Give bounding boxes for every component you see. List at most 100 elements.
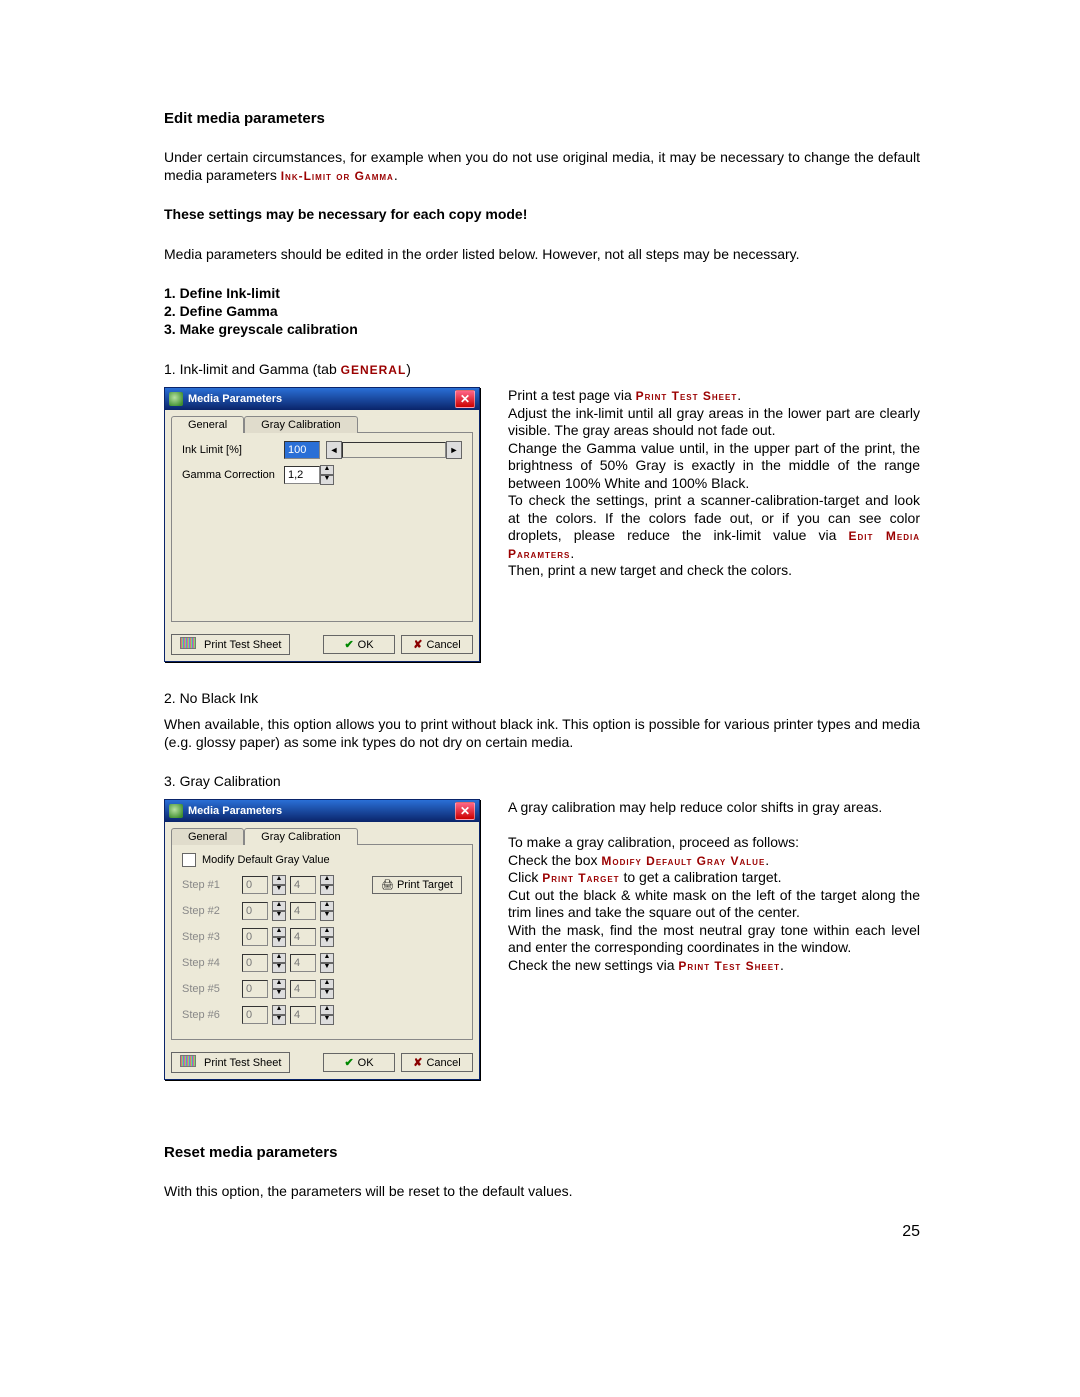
chevron-down-icon[interactable]: ▼ bbox=[272, 911, 286, 921]
print-icon bbox=[180, 1055, 200, 1070]
step-input-a[interactable]: 0 bbox=[242, 876, 268, 894]
chevron-up-icon[interactable]: ▲ bbox=[272, 953, 286, 963]
step-input-b[interactable]: 4 bbox=[290, 954, 316, 972]
close-icon[interactable]: ✕ bbox=[455, 390, 475, 408]
chevron-up-icon[interactable]: ▲ bbox=[272, 901, 286, 911]
step-input-a[interactable]: 0 bbox=[242, 980, 268, 998]
ink-limit-input[interactable]: 100 bbox=[284, 441, 320, 459]
cancel-button[interactable]: ✘Cancel bbox=[401, 635, 473, 654]
general-label: GENERAL bbox=[341, 363, 407, 377]
chevron-down-icon[interactable]: ▼ bbox=[320, 911, 334, 921]
slider-left-icon[interactable]: ◄ bbox=[326, 441, 342, 459]
step-label: Step #6 bbox=[182, 1009, 238, 1021]
chevron-up-icon[interactable]: ▲ bbox=[272, 1005, 286, 1015]
spinner[interactable]: ▲▼ bbox=[320, 927, 334, 947]
chevron-up-icon[interactable]: ▲ bbox=[320, 927, 334, 937]
chevron-down-icon[interactable]: ▼ bbox=[320, 963, 334, 973]
close-icon[interactable]: ✕ bbox=[455, 802, 475, 820]
gray-step-row: Step #50▲▼4▲▼ bbox=[182, 979, 462, 999]
window-titlebar[interactable]: Media Parameters ✕ bbox=[165, 800, 479, 822]
cancel-button[interactable]: ✘Cancel bbox=[401, 1053, 473, 1072]
ink-limit-label: Ink Limit [%] bbox=[182, 444, 284, 456]
step-label: Step #1 bbox=[182, 879, 238, 891]
spinner[interactable]: ▲▼ bbox=[272, 1005, 286, 1025]
checkbox-label: Modify Default Gray Value bbox=[202, 854, 330, 866]
modify-default-gray-checkbox[interactable]: Modify Default Gray Value bbox=[182, 853, 462, 867]
ok-button[interactable]: ✔OK bbox=[323, 635, 395, 654]
chevron-down-icon[interactable]: ▼ bbox=[272, 1015, 286, 1025]
step-input-b[interactable]: 4 bbox=[290, 876, 316, 894]
tab-gray-calibration[interactable]: Gray Calibration bbox=[244, 416, 357, 433]
chevron-down-icon[interactable]: ▼ bbox=[320, 475, 334, 485]
spinner[interactable]: ▲▼ bbox=[272, 953, 286, 973]
step-2: 2. Define Gamma bbox=[164, 303, 920, 319]
slider-right-icon[interactable]: ► bbox=[446, 441, 462, 459]
ok-button[interactable]: ✔OK bbox=[323, 1053, 395, 1072]
page-number: 25 bbox=[164, 1223, 920, 1241]
step-input-a[interactable]: 0 bbox=[242, 902, 268, 920]
print-target-button[interactable]: Print Target bbox=[372, 876, 462, 894]
reset-body: With this option, the parameters will be… bbox=[164, 1183, 920, 1201]
chevron-down-icon[interactable]: ▼ bbox=[320, 1015, 334, 1025]
chevron-up-icon[interactable]: ▲ bbox=[272, 875, 286, 885]
spinner[interactable]: ▲▼ bbox=[272, 927, 286, 947]
heading-edit: Edit media parameters bbox=[164, 110, 920, 127]
gamma-input[interactable]: 1,2 bbox=[284, 466, 320, 484]
spinner[interactable]: ▲▼ bbox=[320, 979, 334, 999]
chevron-up-icon[interactable]: ▲ bbox=[320, 875, 334, 885]
intro-paragraph: Under certain circumstances, for example… bbox=[164, 149, 920, 184]
intro-red: Ink-Limit or Gamma bbox=[281, 169, 394, 183]
checkbox-box-icon[interactable] bbox=[182, 853, 196, 867]
chevron-up-icon[interactable]: ▲ bbox=[320, 979, 334, 989]
tab-general[interactable]: General bbox=[171, 416, 244, 433]
print-test-sheet-button[interactable]: Print Test Sheet bbox=[171, 1052, 290, 1073]
numbered-steps: 1. Define Ink-limit 2. Define Gamma 3. M… bbox=[164, 285, 920, 337]
cancel-icon: ✘ bbox=[413, 638, 422, 651]
sub3-text: A gray calibration may help reduce color… bbox=[508, 799, 920, 974]
spinner[interactable]: ▲▼ bbox=[272, 979, 286, 999]
gamma-spinner[interactable]: ▲ ▼ bbox=[320, 465, 334, 485]
gray-step-row: Step #20▲▼4▲▼ bbox=[182, 901, 462, 921]
chevron-down-icon[interactable]: ▼ bbox=[272, 885, 286, 895]
chevron-down-icon[interactable]: ▼ bbox=[272, 937, 286, 947]
chevron-down-icon[interactable]: ▼ bbox=[272, 963, 286, 973]
window-title: Media Parameters bbox=[188, 393, 455, 405]
ink-limit-slider[interactable]: ◄ ► bbox=[326, 442, 462, 458]
tab-gray-calibration[interactable]: Gray Calibration bbox=[244, 828, 357, 845]
check-icon: ✔ bbox=[344, 638, 353, 651]
step-input-a[interactable]: 0 bbox=[242, 954, 268, 972]
step-input-b[interactable]: 4 bbox=[290, 980, 316, 998]
spinner[interactable]: ▲▼ bbox=[320, 901, 334, 921]
chevron-down-icon[interactable]: ▼ bbox=[320, 937, 334, 947]
sub1-label: 1. Ink-limit and Gamma (tab GENERAL) bbox=[164, 361, 920, 377]
print-icon bbox=[180, 637, 200, 652]
chevron-up-icon[interactable]: ▲ bbox=[272, 927, 286, 937]
spinner[interactable]: ▲▼ bbox=[272, 875, 286, 895]
spinner[interactable]: ▲▼ bbox=[320, 1005, 334, 1025]
spinner[interactable]: ▲▼ bbox=[320, 875, 334, 895]
step-input-b[interactable]: 4 bbox=[290, 1006, 316, 1024]
chevron-up-icon[interactable]: ▲ bbox=[320, 465, 334, 475]
print-test-sheet-button[interactable]: Print Test Sheet bbox=[171, 634, 290, 655]
chevron-down-icon[interactable]: ▼ bbox=[272, 989, 286, 999]
chevron-up-icon[interactable]: ▲ bbox=[320, 1005, 334, 1015]
chevron-down-icon[interactable]: ▼ bbox=[320, 989, 334, 999]
sub3-label: 3. Gray Calibration bbox=[164, 773, 920, 789]
intro-a: Under certain circumstances, for example… bbox=[164, 149, 920, 183]
chevron-up-icon[interactable]: ▲ bbox=[320, 953, 334, 963]
gray-step-row: Step #10▲▼4▲▼Print Target bbox=[182, 875, 462, 895]
chevron-up-icon[interactable]: ▲ bbox=[272, 979, 286, 989]
window-titlebar[interactable]: Media Parameters ✕ bbox=[165, 388, 479, 410]
tab-general[interactable]: General bbox=[171, 828, 244, 845]
step-label: Step #3 bbox=[182, 931, 238, 943]
media-parameters-dialog-general: Media Parameters ✕ General Gray Calibrat… bbox=[164, 387, 480, 662]
step-input-a[interactable]: 0 bbox=[242, 1006, 268, 1024]
step-input-b[interactable]: 4 bbox=[290, 902, 316, 920]
spinner[interactable]: ▲▼ bbox=[320, 953, 334, 973]
spinner[interactable]: ▲▼ bbox=[272, 901, 286, 921]
step-input-b[interactable]: 4 bbox=[290, 928, 316, 946]
chevron-up-icon[interactable]: ▲ bbox=[320, 901, 334, 911]
chevron-down-icon[interactable]: ▼ bbox=[320, 885, 334, 895]
step-input-a[interactable]: 0 bbox=[242, 928, 268, 946]
step-label: Step #4 bbox=[182, 957, 238, 969]
